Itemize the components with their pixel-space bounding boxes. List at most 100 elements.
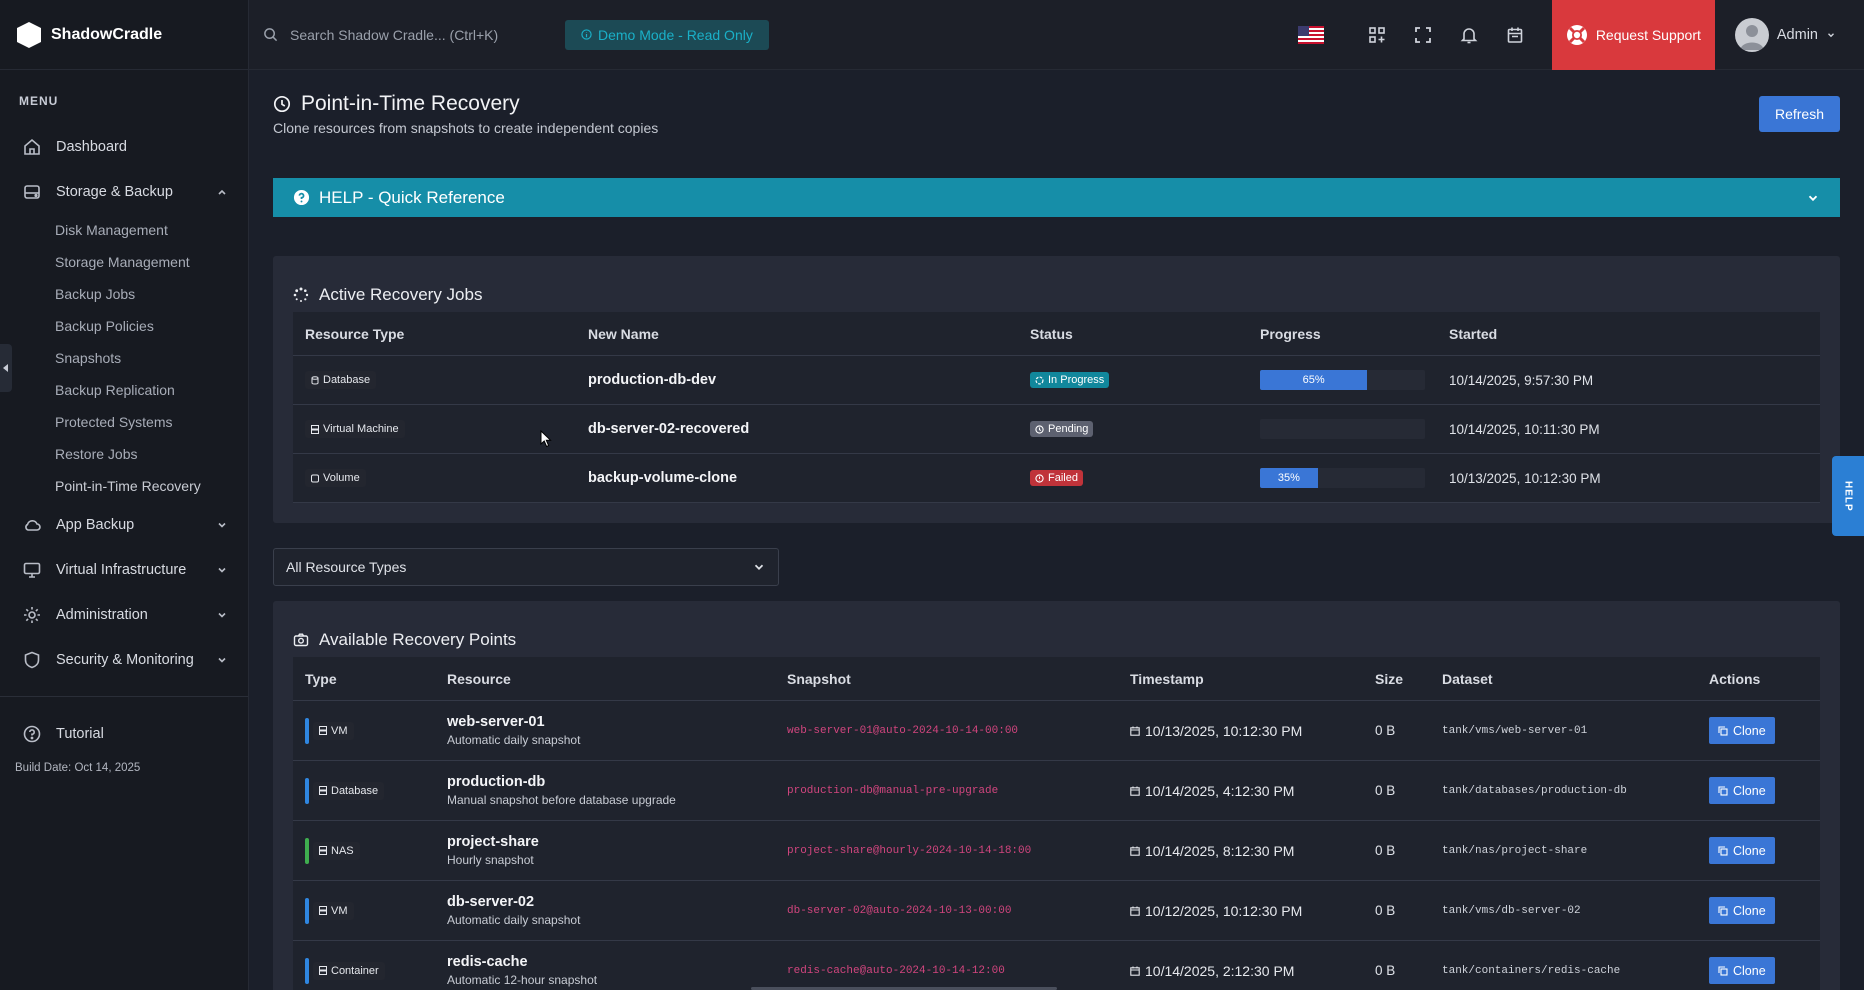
actions-cell: Clone: [1697, 777, 1797, 804]
request-support-button[interactable]: Request Support: [1551, 0, 1715, 70]
status-label: Pending: [1048, 423, 1089, 435]
fullscreen-icon: [1414, 27, 1431, 43]
shield-logo-icon: [17, 21, 41, 48]
nav-storage-backup[interactable]: Storage & Backup: [0, 169, 248, 214]
database-icon: [311, 375, 319, 384]
nav-administration[interactable]: Administration: [0, 592, 248, 637]
resource-name: production-db: [447, 774, 546, 790]
demo-mode-label: Demo Mode - Read Only: [598, 26, 753, 43]
nav-app-backup[interactable]: App Backup: [0, 502, 248, 547]
calendar-icon: [1130, 786, 1140, 796]
help-bar-label: HELP - Quick Reference: [319, 187, 505, 207]
help-quick-reference-toggle[interactable]: HELP - Quick Reference: [273, 178, 1840, 217]
sidebar-collapse-handle[interactable]: [0, 344, 12, 392]
apps-grid-button[interactable]: [1354, 0, 1400, 70]
job-started: 10/14/2025, 9:57:30 PM: [1449, 372, 1594, 388]
home-icon: [24, 138, 40, 155]
sidebar-item-backup-policies[interactable]: Backup Policies: [0, 310, 248, 342]
sidebar-item-backup-jobs[interactable]: Backup Jobs: [0, 278, 248, 310]
refresh-button[interactable]: Refresh: [1758, 96, 1840, 132]
resource-description: Automatic daily snapshot: [447, 913, 581, 927]
user-name: Admin: [1776, 27, 1818, 43]
snapshot-name: web-server-01@auto-2024-10-14-00:00: [787, 724, 1019, 737]
actions-cell: Clone: [1697, 837, 1797, 864]
clone-button[interactable]: Clone: [1709, 897, 1775, 924]
nav-storage-label: Storage & Backup: [56, 183, 173, 200]
nav-app-backup-label: App Backup: [56, 516, 135, 533]
status-cell: In Progress: [1018, 372, 1248, 388]
table-row[interactable]: Volume backup-volume-clone Failed 35% 10…: [293, 454, 1820, 503]
nav-dashboard[interactable]: Dashboard: [0, 124, 248, 169]
fullscreen-button[interactable]: [1400, 0, 1446, 70]
progress-fill: 65%: [1260, 370, 1368, 390]
status-badge: In Progress: [1030, 372, 1110, 388]
topbar: Search Shadow Cradle... (Ctrl+K) Demo Mo…: [249, 0, 1864, 70]
sidebar-item-point-in-time-recovery[interactable]: Point-in-Time Recovery: [0, 470, 248, 502]
monitor-icon: [23, 562, 41, 578]
table-row[interactable]: NAS project-share Hourly snapshot project-s…: [293, 821, 1820, 881]
timestamp-text: 10/14/2025, 2:12:30 PM: [1145, 962, 1295, 979]
clone-button[interactable]: Clone: [1709, 957, 1775, 984]
copy-icon: [1718, 845, 1728, 856]
card-title-text: Active Recovery Jobs: [319, 285, 483, 304]
table-row[interactable]: Database production-db Manual snapshot bef…: [293, 761, 1820, 821]
error-circle-icon: [1035, 473, 1044, 483]
demo-mode-badge: Demo Mode - Read Only: [565, 19, 769, 50]
jobs-table-header: Resource Type New Name Status Progress S…: [293, 312, 1820, 356]
jobs-table: Resource Type New Name Status Progress S…: [293, 312, 1820, 503]
col-new-name: New Name: [588, 325, 659, 342]
table-row[interactable]: VM web-server-01 Automatic daily snapshot w…: [293, 701, 1820, 761]
col-timestamp: Timestamp: [1130, 670, 1204, 687]
col-progress: Progress: [1260, 325, 1321, 342]
avatar: [1734, 18, 1769, 52]
col-resource-type: Resource Type: [305, 325, 405, 342]
server-icon: [319, 966, 327, 975]
resource-description: Automatic 12-hour snapshot: [447, 973, 598, 987]
table-row[interactable]: Container redis-cache Automatic 12-hour sn…: [293, 941, 1820, 990]
nav-tutorial-label: Tutorial: [56, 725, 104, 742]
sidebar-item-snapshots[interactable]: Snapshots: [0, 342, 248, 374]
camera-icon: [293, 633, 309, 647]
calendar-button[interactable]: [1492, 0, 1538, 70]
type-stripe: [305, 777, 309, 804]
actions-cell: Clone: [1697, 957, 1797, 984]
type-cell: VM: [293, 897, 435, 924]
nav-security-monitoring[interactable]: Security & Monitoring: [0, 637, 248, 682]
resource-type-filter-select[interactable]: All Resource Types: [273, 548, 779, 586]
progress-cell: 35%: [1248, 468, 1437, 488]
sidebar-item-protected-systems[interactable]: Protected Systems: [0, 406, 248, 438]
nav-virtual-infrastructure[interactable]: Virtual Infrastructure: [0, 547, 248, 592]
notifications-button[interactable]: [1446, 0, 1492, 70]
sidebar-item-disk-management[interactable]: Disk Management: [0, 214, 248, 246]
search-input[interactable]: Search Shadow Cradle... (Ctrl+K): [263, 27, 543, 43]
timestamp-cell: 10/13/2025, 10:12:30 PM: [1118, 723, 1363, 739]
help-circle-icon: [23, 725, 41, 742]
help-side-tab[interactable]: HELP: [1832, 456, 1864, 536]
us-flag-icon[interactable]: [1297, 26, 1324, 44]
sidebar-item-storage-management[interactable]: Storage Management: [0, 246, 248, 278]
clone-button[interactable]: Clone: [1709, 717, 1775, 744]
clone-button[interactable]: Clone: [1709, 777, 1775, 804]
table-row[interactable]: Database production-db-dev In Progress 6…: [293, 356, 1820, 405]
user-menu[interactable]: Admin: [1715, 18, 1864, 52]
sidebar-item-restore-jobs[interactable]: Restore Jobs: [0, 438, 248, 470]
resource-type-tag: Database: [305, 371, 377, 389]
mouse-cursor-icon: [540, 430, 552, 448]
spinner-icon: [1035, 375, 1044, 385]
copy-icon: [1718, 725, 1728, 736]
calendar-icon: [1130, 846, 1140, 856]
recovery-points-body: VM web-server-01 Automatic daily snapshot w…: [293, 701, 1820, 990]
brand[interactable]: ShadowCradle: [0, 0, 248, 70]
recovery-points-table: Type Resource Snapshot Timestamp Size Da…: [293, 657, 1820, 990]
gear-icon: [24, 606, 40, 623]
nav-tutorial[interactable]: Tutorial: [0, 711, 248, 756]
col-actions: Actions: [1709, 670, 1761, 687]
clone-button[interactable]: Clone: [1709, 837, 1775, 864]
nav-security-label: Security & Monitoring: [56, 651, 194, 668]
resource-type-label: Volume: [323, 472, 360, 484]
table-row[interactable]: VM db-server-02 Automatic daily snapshot db…: [293, 881, 1820, 941]
nav-virtual-label: Virtual Infrastructure: [56, 561, 187, 578]
snapshot-name: production-db@manual-pre-upgrade: [787, 784, 999, 797]
sidebar-item-backup-replication[interactable]: Backup Replication: [0, 374, 248, 406]
table-row[interactable]: Virtual Machine db-server-02-recovered P…: [293, 405, 1820, 454]
